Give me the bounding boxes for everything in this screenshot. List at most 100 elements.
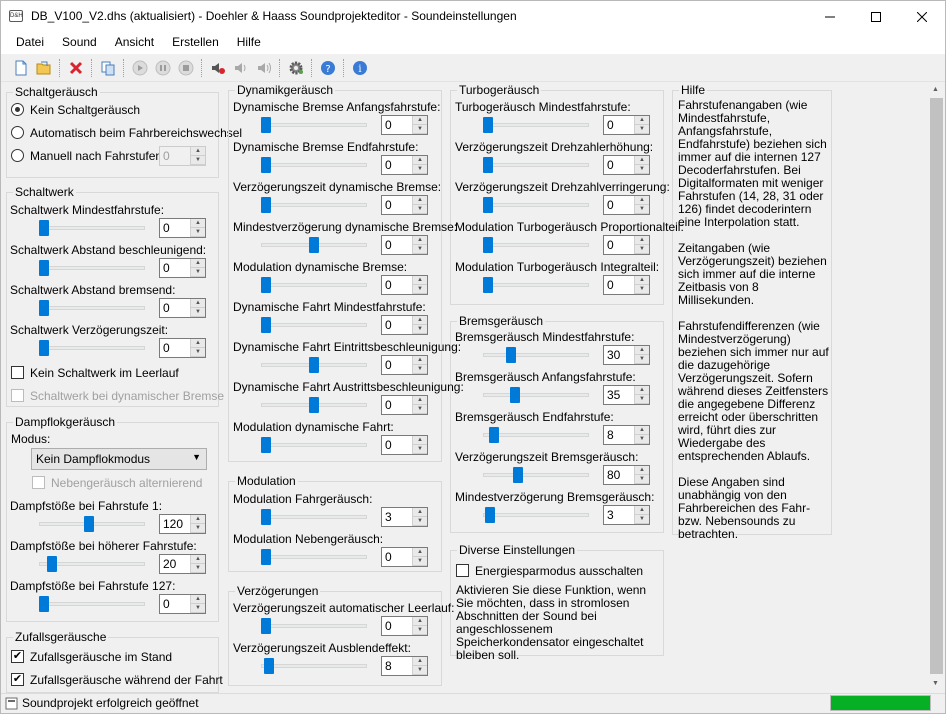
slider-thumb[interactable] <box>483 197 493 213</box>
checkbox-label[interactable]: Energiesparmodus ausschalten <box>475 564 643 578</box>
spin-up-icon[interactable]: ▲ <box>191 515 205 524</box>
setting-slider[interactable] <box>261 437 367 453</box>
setting-spinner[interactable]: 0 ▲ ▼ <box>159 298 206 318</box>
slider-thumb[interactable] <box>261 618 271 634</box>
play-button[interactable] <box>128 56 151 79</box>
spinner-arrows[interactable]: ▲ ▼ <box>190 259 205 277</box>
spin-down-icon[interactable]: ▼ <box>413 165 427 174</box>
slider-thumb[interactable] <box>264 658 274 674</box>
setting-slider[interactable] <box>261 509 367 525</box>
spin-up-icon[interactable]: ▲ <box>635 346 649 355</box>
spin-up-icon[interactable]: ▲ <box>191 555 205 564</box>
slider-thumb[interactable] <box>309 357 319 373</box>
slider-track[interactable] <box>261 443 367 447</box>
spin-up-icon[interactable]: ▲ <box>191 219 205 228</box>
spinner-arrows[interactable]: ▲ ▼ <box>412 617 427 635</box>
checkbox-label[interactable]: Nebengeräusch alternierend <box>51 476 202 490</box>
spinner-arrows[interactable]: ▲ ▼ <box>190 555 205 573</box>
copy-pages-button[interactable] <box>96 56 119 79</box>
slider-track[interactable] <box>39 266 145 270</box>
slider-track[interactable] <box>39 306 145 310</box>
setting-slider[interactable] <box>483 157 589 173</box>
setting-slider[interactable] <box>39 596 145 612</box>
checkbox-label[interactable]: Zufallsgeräusche während der Fahrt <box>30 673 223 687</box>
setting-spinner[interactable]: 120 ▲ ▼ <box>159 514 206 534</box>
slider-thumb[interactable] <box>84 516 94 532</box>
spin-up-icon[interactable]: ▲ <box>413 436 427 445</box>
setting-slider[interactable] <box>261 618 367 634</box>
slider-thumb[interactable] <box>39 596 49 612</box>
setting-spinner[interactable]: 0 ▲ ▼ <box>603 235 650 255</box>
spin-down-icon[interactable]: ▼ <box>413 365 427 374</box>
setting-slider[interactable] <box>39 516 145 532</box>
slider-thumb[interactable] <box>39 260 49 276</box>
spinner-arrows[interactable]: ▲ ▼ <box>634 276 649 294</box>
slider-thumb[interactable] <box>47 556 57 572</box>
spin-up-icon[interactable]: ▲ <box>635 156 649 165</box>
setting-spinner[interactable]: 0 ▲ ▼ <box>159 258 206 278</box>
menu-datei[interactable]: Datei <box>7 32 53 54</box>
spin-down-icon[interactable]: ▼ <box>191 156 205 165</box>
setting-slider[interactable] <box>261 317 367 333</box>
spin-down-icon[interactable]: ▼ <box>191 308 205 317</box>
slider-thumb[interactable] <box>261 317 271 333</box>
slider-thumb[interactable] <box>483 157 493 173</box>
setting-slider[interactable] <box>39 260 145 276</box>
spin-up-icon[interactable]: ▲ <box>635 386 649 395</box>
menu-hilfe[interactable]: Hilfe <box>228 32 270 54</box>
chk-schaltwerk-dynamische-bremse[interactable] <box>11 389 24 402</box>
spinner-arrows[interactable]: ▲ ▼ <box>634 466 649 484</box>
slider-thumb[interactable] <box>483 117 493 133</box>
spinner-arrows[interactable]: ▲ ▼ <box>634 116 649 134</box>
spinner-arrows[interactable]: ▲ ▼ <box>412 396 427 414</box>
slider-track[interactable] <box>483 283 589 287</box>
spin-down-icon[interactable]: ▼ <box>413 626 427 635</box>
setting-slider[interactable] <box>483 387 589 403</box>
setting-slider[interactable] <box>261 357 367 373</box>
spin-up-icon[interactable]: ▲ <box>635 196 649 205</box>
slider-thumb[interactable] <box>513 467 523 483</box>
spin-down-icon[interactable]: ▼ <box>635 515 649 524</box>
spin-down-icon[interactable]: ▼ <box>191 564 205 573</box>
slider-thumb[interactable] <box>39 220 49 236</box>
spin-up-icon[interactable]: ▲ <box>413 276 427 285</box>
spin-up-icon[interactable]: ▲ <box>413 396 427 405</box>
maximize-button[interactable] <box>853 1 899 32</box>
spinner-arrows[interactable]: ▲ ▼ <box>634 156 649 174</box>
spin-up-icon[interactable]: ▲ <box>635 506 649 515</box>
spin-down-icon[interactable]: ▼ <box>635 245 649 254</box>
spinner-arrows[interactable]: ▲ ▼ <box>412 356 427 374</box>
slider-track[interactable] <box>261 664 367 668</box>
spin-down-icon[interactable]: ▼ <box>191 524 205 533</box>
spin-up-icon[interactable]: ▲ <box>413 236 427 245</box>
speaker-record-button[interactable] <box>206 56 229 79</box>
setting-slider[interactable] <box>39 556 145 572</box>
setting-spinner[interactable]: 30 ▲ ▼ <box>603 345 650 365</box>
setting-spinner[interactable]: 0 ▲ ▼ <box>159 218 206 238</box>
spinner-arrows[interactable]: ▲ ▼ <box>190 515 205 533</box>
spin-up-icon[interactable]: ▲ <box>413 196 427 205</box>
spin-down-icon[interactable]: ▼ <box>635 435 649 444</box>
setting-slider[interactable] <box>39 340 145 356</box>
setting-spinner[interactable]: 0 ▲ ▼ <box>159 338 206 358</box>
close-button[interactable] <box>899 1 945 32</box>
settings-button[interactable] <box>284 56 307 79</box>
spin-down-icon[interactable]: ▼ <box>413 557 427 566</box>
setting-slider[interactable] <box>261 397 367 413</box>
spin-down-icon[interactable]: ▼ <box>413 285 427 294</box>
manuell-fahrstufen-spinner[interactable]: 0 ▲ ▼ <box>159 146 206 166</box>
slider-thumb[interactable] <box>261 157 271 173</box>
setting-slider[interactable] <box>39 220 145 236</box>
spin-up-icon[interactable]: ▲ <box>413 548 427 557</box>
slider-track[interactable] <box>261 515 367 519</box>
spin-down-icon[interactable]: ▼ <box>635 355 649 364</box>
slider-thumb[interactable] <box>261 117 271 133</box>
spinner-arrows[interactable]: ▲ ▼ <box>634 346 649 364</box>
spin-up-icon[interactable]: ▲ <box>413 657 427 666</box>
minimize-button[interactable] <box>807 1 853 32</box>
spin-up-icon[interactable]: ▲ <box>635 276 649 285</box>
spin-up-icon[interactable]: ▲ <box>635 116 649 125</box>
spin-down-icon[interactable]: ▼ <box>413 666 427 675</box>
info-button[interactable]: i <box>348 56 371 79</box>
spinner-arrows[interactable]: ▲ ▼ <box>190 147 205 165</box>
